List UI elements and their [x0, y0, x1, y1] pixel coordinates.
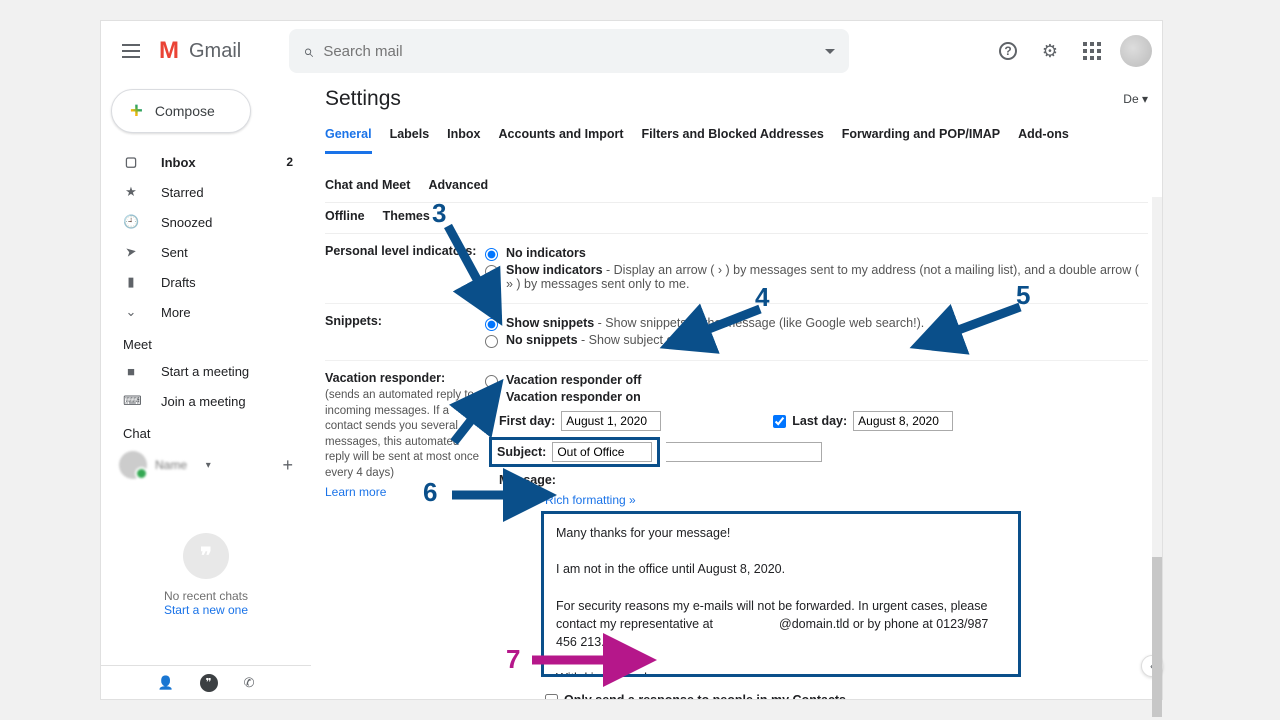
hangouts-no-recent: No recent chats [164, 589, 248, 603]
clock-icon: 🕘 [123, 214, 139, 230]
chat-username: Name [155, 458, 194, 472]
chat-avatar [119, 451, 147, 479]
star-icon: ★ [123, 184, 139, 200]
sidebar-bottom-tabs: 👤 ❞ ✆ [101, 665, 311, 699]
last-day-checkbox[interactable] [773, 415, 786, 428]
help-icon: ? [999, 42, 1017, 60]
first-day-input[interactable] [561, 411, 661, 431]
chevron-down-icon: ⌄ [123, 304, 139, 320]
arrow-3 [440, 218, 510, 328]
contacts-tab-icon[interactable]: 👤 [157, 675, 173, 691]
chevron-down-icon[interactable]: ▾ [206, 460, 211, 471]
annotation-5: 5 [1016, 280, 1030, 311]
hangouts-icon: ❞ [183, 533, 229, 579]
top-bar: M Gmail ⌕ ? ⚙ [101, 21, 1162, 81]
settings-tabs: General Labels Inbox Accounts and Import… [325, 121, 1148, 203]
drafts-icon: ▮ [123, 274, 139, 290]
annotation-7: 7 [506, 644, 520, 675]
sent-icon: ➤ [122, 243, 141, 262]
gmail-logo-text: Gmail [189, 40, 241, 63]
account-avatar[interactable] [1120, 35, 1152, 67]
compose-label: Compose [155, 103, 215, 119]
tab-addons[interactable]: Add-ons [1018, 121, 1069, 154]
annotation-4: 4 [755, 282, 769, 313]
sidebar-item-snoozed[interactable]: 🕘Snoozed [101, 207, 311, 237]
tab-forwarding[interactable]: Forwarding and POP/IMAP [842, 121, 1000, 154]
sidebar-item-drafts[interactable]: ▮Drafts [101, 267, 311, 297]
search-bar[interactable]: ⌕ [289, 29, 849, 73]
sidebar-item-starred[interactable]: ★Starred [101, 177, 311, 207]
chat-self-row[interactable]: Name ▾ + [101, 445, 311, 485]
chat-section-header: Chat [101, 416, 311, 445]
arrow-4 [660, 305, 770, 355]
page-title: Settings [325, 87, 401, 111]
phone-tab-icon[interactable]: ✆ [244, 675, 255, 691]
tab-offline[interactable]: Offline [325, 203, 365, 233]
arrow-6a [448, 380, 508, 450]
sidebar-item-more[interactable]: ⌄More [101, 297, 311, 327]
gmail-window: M Gmail ⌕ ? ⚙ + Compose ▢Inbox2 ★Starred… [100, 20, 1163, 700]
last-day-input[interactable] [853, 411, 953, 431]
new-chat-button[interactable]: + [282, 455, 293, 476]
tab-general[interactable]: General [325, 121, 372, 154]
contacts-only-label: Only send a response to people in my Con… [564, 693, 846, 699]
main-menu-button[interactable] [111, 31, 151, 71]
contacts-only-checkbox[interactable] [545, 694, 558, 700]
meet-section-header: Meet [101, 327, 311, 356]
help-button[interactable]: ? [994, 37, 1022, 65]
settings-button[interactable]: ⚙ [1036, 37, 1064, 65]
search-input[interactable] [323, 43, 825, 60]
google-apps-button[interactable] [1078, 37, 1106, 65]
hangouts-start-link[interactable]: Start a new one [164, 603, 248, 617]
sidebar: + Compose ▢Inbox2 ★Starred 🕘Snoozed ➤Sen… [101, 81, 311, 699]
last-day-label: Last day: [792, 414, 847, 428]
settings-panel: Settings De ▾ General Labels Inbox Accou… [311, 81, 1162, 699]
compose-button[interactable]: + Compose [111, 89, 251, 133]
keyboard-icon: ⌨ [123, 393, 139, 409]
tab-filters[interactable]: Filters and Blocked Addresses [642, 121, 824, 154]
hangouts-empty: ❞ No recent chats Start a new one [101, 485, 311, 665]
subject-input-ext[interactable] [666, 442, 822, 462]
hamburger-icon [122, 50, 140, 52]
annotation-6: 6 [423, 477, 437, 508]
gear-icon: ⚙ [1042, 41, 1058, 62]
subject-highlight-box: Subject: [489, 437, 660, 467]
inbox-icon: ▢ [123, 154, 139, 170]
radio-no-snippets[interactable] [485, 335, 498, 348]
join-meeting[interactable]: ⌨Join a meeting [101, 386, 311, 416]
search-options-dropdown[interactable] [825, 49, 835, 54]
arrow-7 [530, 650, 660, 670]
subject-input[interactable] [552, 442, 652, 462]
tab-themes[interactable]: Themes [383, 203, 430, 233]
annotation-3: 3 [432, 198, 446, 229]
video-icon: ■ [123, 364, 139, 379]
tab-inbox[interactable]: Inbox [447, 121, 480, 154]
apps-icon [1083, 42, 1101, 60]
search-icon: ⌕ [303, 41, 313, 62]
sidebar-item-sent[interactable]: ➤Sent [101, 237, 311, 267]
start-meeting[interactable]: ■Start a meeting [101, 356, 311, 386]
plus-icon: + [130, 98, 143, 124]
content-scrollbar[interactable] [1152, 197, 1162, 720]
language-switch[interactable]: De ▾ [1123, 92, 1148, 106]
sidebar-item-inbox[interactable]: ▢Inbox2 [101, 147, 311, 177]
arrow-5 [910, 303, 1030, 353]
hangouts-tab-icon[interactable]: ❞ [200, 674, 218, 692]
tab-accounts[interactable]: Accounts and Import [499, 121, 624, 154]
gmail-logo-icon: M [159, 37, 179, 65]
tab-chatmeet[interactable]: Chat and Meet [325, 172, 410, 202]
arrow-6b [450, 484, 560, 506]
tab-labels[interactable]: Labels [390, 121, 430, 154]
